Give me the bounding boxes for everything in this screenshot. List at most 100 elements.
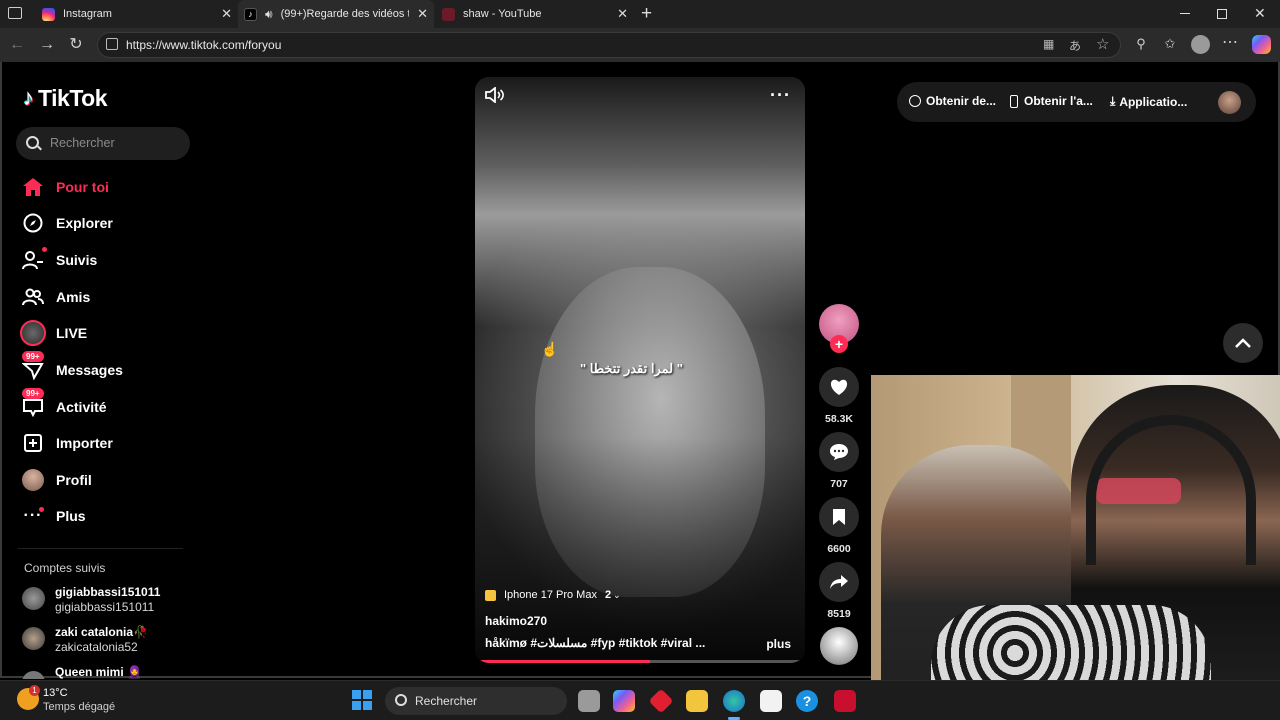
video-description: håkïmø #مسلسلات #fyp #tiktok #viral ...	[485, 636, 706, 650]
following-icon	[18, 245, 48, 275]
apps-icon[interactable]: ▦	[1043, 37, 1054, 51]
windows-start-icon[interactable]	[352, 690, 372, 710]
webcam-overlay	[871, 375, 1280, 720]
get-app-button[interactable]: Obtenir l'a...	[1010, 94, 1093, 108]
site-info-icon[interactable]	[106, 38, 118, 50]
messages-icon: 99+	[18, 351, 48, 385]
mcafee-shield-icon[interactable]	[834, 690, 856, 712]
nav-live[interactable]: LIVE	[18, 318, 188, 348]
tiktok-logo[interactable]: ♪ TikTok	[23, 84, 108, 112]
video-more-options-icon[interactable]: ···	[770, 85, 791, 106]
get-app-label: Obtenir l'a...	[1024, 94, 1093, 108]
taskbar-search[interactable]: Rechercher	[385, 687, 567, 715]
close-tab-icon[interactable]: ✕	[221, 6, 232, 22]
user-avatar[interactable]	[1218, 91, 1241, 114]
settings-more-icon[interactable]: ⋯	[1221, 32, 1239, 52]
close-tab-icon[interactable]: ✕	[417, 6, 428, 22]
url-text[interactable]: https://www.tiktok.com/foryou	[126, 38, 281, 52]
friends-icon	[18, 282, 48, 312]
share-arrow-icon	[830, 575, 848, 589]
weather-description[interactable]: Temps dégagé	[43, 701, 115, 713]
nav-label: LIVE	[56, 325, 88, 341]
task-view-icon[interactable]	[578, 690, 600, 712]
get-coins-button[interactable]: Obtenir de...	[909, 94, 996, 108]
tab-instagram[interactable]: Instagram ✕	[36, 0, 238, 28]
chevron-down-icon: ⌄	[613, 589, 621, 600]
account-name: gigiabbassi151011	[55, 585, 161, 599]
nav-amis[interactable]: Amis	[18, 282, 188, 312]
nav-profil[interactable]: Profil	[18, 465, 188, 495]
share-button[interactable]	[819, 562, 859, 602]
shopping-bag-icon	[485, 589, 496, 601]
favorite-star-icon[interactable]: ☆	[1096, 35, 1109, 53]
nav-label: Profil	[56, 472, 92, 488]
nav-label: Suivis	[56, 252, 98, 268]
nav-label: Pour toi	[56, 179, 109, 195]
back-icon[interactable]: ←	[6, 34, 28, 56]
video-progress-bar[interactable]	[480, 660, 800, 663]
weather-temperature[interactable]: 13°C	[43, 687, 68, 699]
notification-dot	[42, 247, 47, 252]
translate-icon[interactable]: あ	[1069, 37, 1081, 54]
minimize-icon[interactable]	[1180, 13, 1190, 14]
volume-icon[interactable]	[485, 86, 507, 105]
nav-pour-toi[interactable]: Pour toi	[18, 172, 188, 202]
like-button[interactable]	[819, 367, 859, 407]
followed-account[interactable]: gigiabbassi151011 gigiabbassi151011	[22, 585, 192, 617]
extensions-icon[interactable]: ⚲	[1132, 36, 1150, 52]
bookmark-icon	[833, 509, 845, 525]
sidebar-divider	[18, 548, 183, 549]
product-tag[interactable]: Iphone 17 Pro Max 2 ⌄	[485, 589, 621, 601]
nav-activite[interactable]: 99+ Activité	[18, 388, 188, 422]
maximize-icon[interactable]	[1217, 9, 1227, 19]
address-bar[interactable]: https://www.tiktok.com/foryou ▦ あ ☆	[97, 32, 1121, 58]
microsoft-store-icon[interactable]	[760, 690, 782, 712]
help-icon[interactable]: ?	[796, 690, 818, 712]
scroll-up-button[interactable]	[1223, 323, 1263, 363]
nav-explorer[interactable]: Explorer	[18, 208, 188, 238]
copilot-app-icon[interactable]	[613, 690, 635, 712]
close-tab-icon[interactable]: ✕	[617, 6, 628, 22]
followed-account[interactable]: zaki catalonia🥀 zakicatalonia52	[22, 625, 192, 657]
follow-plus-icon[interactable]: +	[830, 335, 848, 353]
file-explorer-icon[interactable]	[686, 690, 708, 712]
video-author[interactable]: hakimo270	[485, 614, 547, 628]
profile-avatar-icon	[18, 465, 48, 495]
sidebar-toggle-icon[interactable]	[8, 7, 22, 19]
comment-icon	[830, 444, 848, 460]
tab-tiktok[interactable]: ♪ 🔊︎ (99+)Regarde des vidéos ter ✕	[238, 0, 434, 28]
close-window-icon[interactable]: ✕	[1254, 5, 1266, 22]
video-overlay-text: " لمرا تقدر تتخطا "	[580, 361, 683, 376]
comment-button[interactable]	[819, 432, 859, 472]
new-tab-button[interactable]: +	[641, 3, 652, 25]
copilot-icon[interactable]	[1252, 35, 1271, 54]
video-player[interactable]: ··· " لمرا تقدر تتخطا " ☝ Iphone 17 Pro …	[475, 77, 805, 663]
tab-youtube[interactable]: shaw - YouTube ✕	[436, 0, 634, 28]
sound-disc-avatar[interactable]	[820, 627, 858, 665]
edge-browser-icon[interactable]	[723, 690, 745, 712]
favorites-icon[interactable]: ✩	[1161, 36, 1179, 52]
nav-plus[interactable]: ··· Plus	[18, 501, 188, 531]
nav-suivis[interactable]: Suivis	[18, 245, 188, 275]
app-red-diamond-icon[interactable]	[648, 688, 674, 714]
see-more-link[interactable]: plus	[766, 637, 791, 651]
nav-label: Amis	[56, 289, 91, 305]
tab-label: (99+)Regarde des vidéos ter	[280, 8, 409, 20]
search-input[interactable]: Rechercher	[16, 127, 190, 160]
search-placeholder: Rechercher	[50, 136, 115, 150]
followed-account[interactable]: Queen mimi 🧕	[22, 665, 192, 679]
audio-playing-icon[interactable]: 🔊︎	[265, 7, 273, 22]
nav-label: Explorer	[56, 215, 113, 231]
upload-icon	[18, 428, 48, 458]
home-icon	[18, 172, 48, 202]
reload-icon[interactable]: ↻	[65, 34, 87, 56]
forward-icon[interactable]: →	[36, 34, 58, 56]
video-bottom-gradient	[475, 437, 805, 663]
nav-importer[interactable]: Importer	[18, 428, 188, 458]
browser-profile-avatar[interactable]	[1191, 35, 1210, 54]
account-avatar	[22, 627, 45, 650]
nav-messages[interactable]: 99+ Messages	[18, 351, 188, 385]
install-app-button[interactable]: ⤓ Applicatio...	[1110, 94, 1187, 109]
save-button[interactable]	[819, 497, 859, 537]
account-handle: gigiabbassi151011	[55, 600, 155, 614]
